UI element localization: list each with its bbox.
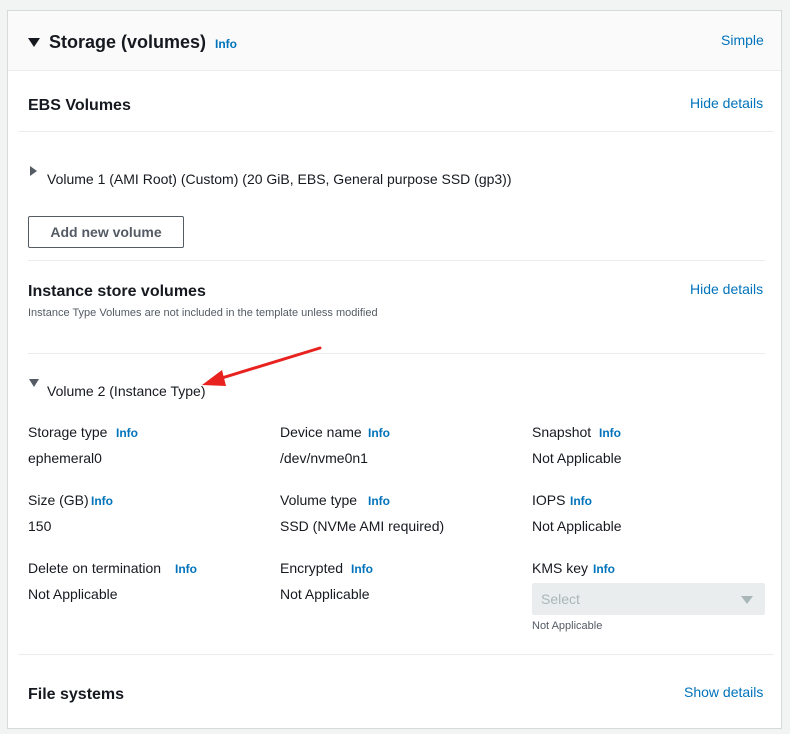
volume-2-label[interactable]: Volume 2 (Instance Type) xyxy=(47,383,206,399)
storage-panel: Storage (volumes) Info Simple EBS Volume… xyxy=(7,10,782,729)
kms-key-label: KMS key xyxy=(532,560,589,576)
file-systems-title: File systems xyxy=(28,686,125,703)
delete-on-termination-info-link[interactable]: Info xyxy=(175,562,197,576)
volume-1-label[interactable]: Volume 1 (AMI Root) (Custom) (20 GiB, EB… xyxy=(47,171,512,187)
delete-on-termination-value: Not Applicable xyxy=(28,586,118,602)
volume-type-value: SSD (NVMe AMI required) xyxy=(280,518,445,534)
snapshot-info-link[interactable]: Info xyxy=(599,426,621,440)
dropdown-arrow-icon xyxy=(741,596,753,604)
ebs-volumes-title: EBS Volumes xyxy=(28,97,131,114)
add-new-volume-button[interactable]: Add new volume xyxy=(28,216,184,248)
snapshot-value: Not Applicable xyxy=(532,450,622,466)
size-value: 150 xyxy=(28,518,52,534)
kms-key-note: Not Applicable xyxy=(532,620,603,632)
simple-mode-link[interactable]: Simple xyxy=(721,32,764,48)
ebs-hide-details-link[interactable]: Hide details xyxy=(690,95,763,111)
delete-on-termination-label: Delete on termination xyxy=(28,560,162,576)
device-name-value: /dev/nvme0n1 xyxy=(280,450,368,466)
volume-type-info-link[interactable]: Info xyxy=(368,494,390,508)
size-label: Size (GB) xyxy=(28,492,89,508)
divider xyxy=(18,131,774,132)
encrypted-value: Not Applicable xyxy=(280,586,370,602)
volume-type-label: Volume type xyxy=(280,492,358,508)
device-name-info-link[interactable]: Info xyxy=(368,426,390,440)
encrypted-info-link[interactable]: Info xyxy=(351,562,373,576)
panel-header: Storage (volumes) Info Simple xyxy=(8,11,781,71)
device-name-label: Device name xyxy=(280,424,362,440)
storage-type-info-link[interactable]: Info xyxy=(116,426,138,440)
storage-type-value: ephemeral0 xyxy=(28,450,102,466)
page-title: Storage (volumes) xyxy=(49,32,207,52)
instance-store-subtitle: Instance Type Volumes are not included i… xyxy=(28,307,378,319)
kms-key-select-placeholder: Select xyxy=(541,591,580,607)
divider xyxy=(18,654,774,655)
iops-label: IOPS xyxy=(532,492,566,508)
size-info-link[interactable]: Info xyxy=(91,494,113,508)
instance-store-title: Instance store volumes xyxy=(28,283,206,300)
iops-value: Not Applicable xyxy=(532,518,622,534)
storage-type-label: Storage type xyxy=(28,424,108,440)
divider xyxy=(28,353,765,354)
snapshot-label: Snapshot xyxy=(532,424,592,440)
storage-info-link[interactable]: Info xyxy=(215,37,237,51)
encrypted-label: Encrypted xyxy=(280,560,344,576)
collapse-caret-icon[interactable] xyxy=(28,38,40,47)
collapse-caret-icon[interactable] xyxy=(29,379,39,387)
file-systems-show-details-link[interactable]: Show details xyxy=(684,684,763,700)
expand-caret-icon[interactable] xyxy=(30,166,37,176)
divider xyxy=(28,260,765,261)
iops-info-link[interactable]: Info xyxy=(570,494,592,508)
kms-key-select[interactable]: Select xyxy=(532,583,765,615)
instance-store-hide-details-link[interactable]: Hide details xyxy=(690,281,763,297)
kms-key-info-link[interactable]: Info xyxy=(593,562,615,576)
